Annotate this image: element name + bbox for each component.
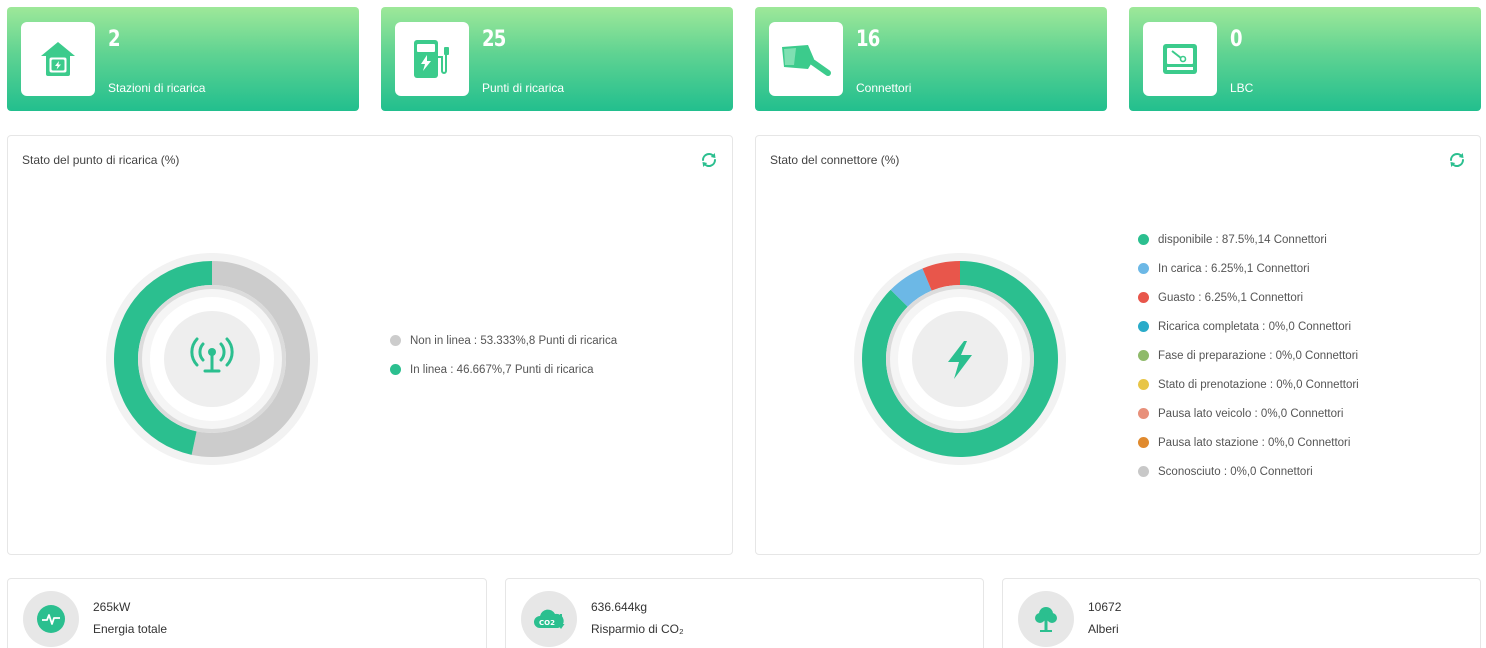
legend-item[interactable]: Guasto : 6.25%,1 Connettori: [1138, 283, 1359, 312]
stat-label: Connettori: [856, 81, 912, 95]
stat-value: 0: [1230, 27, 1243, 52]
connector-legend: disponibile : 87.5%,14 Connettori In cari…: [1138, 225, 1359, 486]
stat-card-connectors[interactable]: 16 Connettori: [755, 7, 1107, 111]
legend-dot: [1138, 321, 1149, 332]
legend-text: Pausa lato veicolo : 0%,0 Connettori: [1158, 407, 1344, 420]
refresh-icon[interactable]: [699, 150, 719, 170]
legend-dot: [1138, 379, 1149, 390]
stat-card-lbc[interactable]: 0 LBC: [1129, 7, 1481, 111]
refresh-icon[interactable]: [1447, 150, 1467, 170]
legend-dot: [1138, 437, 1149, 448]
charging-pump-icon: [395, 22, 469, 96]
pulse-icon: [23, 591, 79, 647]
legend-text: Fase di preparazione : 0%,0 Connettori: [1158, 349, 1359, 362]
lbc-meter-icon: [1143, 22, 1217, 96]
bottom-label: Alberi: [1088, 622, 1119, 636]
stat-card-stations[interactable]: 2 Stazioni di ricarica: [7, 7, 359, 111]
legend-text: Non in linea : 53.333%,8 Punti di ricari…: [410, 334, 618, 347]
legend-dot: [390, 364, 401, 375]
bottom-value: 636.644kg: [591, 600, 648, 614]
bottom-value: 265kW: [93, 600, 131, 614]
tree-icon: [1018, 591, 1074, 647]
legend-text: Guasto : 6.25%,1 Connettori: [1158, 291, 1304, 304]
legend-dot: [390, 335, 401, 346]
legend-text: Ricarica completata : 0%,0 Connettori: [1158, 320, 1352, 333]
legend-dot: [1138, 263, 1149, 274]
legend-dot: [1138, 234, 1149, 245]
charging-point-legend: Non in linea : 53.333%,8 Punti di ricari…: [390, 326, 617, 384]
legend-item[interactable]: Non in linea : 53.333%,8 Punti di ricari…: [390, 326, 617, 355]
legend-item[interactable]: Stato di prenotazione : 0%,0 Connettori: [1138, 370, 1359, 399]
panel-title: Stato del punto di ricarica (%): [22, 153, 180, 167]
legend-text: disponibile : 87.5%,14 Connettori: [1158, 233, 1327, 246]
legend-text: In linea : 46.667%,7 Punti di ricarica: [410, 363, 594, 376]
svg-text:CO2: CO2: [539, 619, 555, 627]
legend-dot: [1138, 292, 1149, 303]
charging-point-donut-chart: [106, 253, 318, 465]
legend-item[interactable]: Fase di preparazione : 0%,0 Connettori: [1138, 341, 1359, 370]
stat-label: LBC: [1230, 81, 1254, 95]
legend-dot: [1138, 408, 1149, 419]
stat-label: Stazioni di ricarica: [108, 81, 206, 95]
legend-item[interactable]: In linea : 46.667%,7 Punti di ricarica: [390, 355, 617, 384]
co2-cloud-icon: CO2: [521, 591, 577, 647]
legend-item[interactable]: Sconosciuto : 0%,0 Connettori: [1138, 457, 1359, 486]
stat-value: 2: [108, 27, 121, 52]
bottom-label: Risparmio di CO₂: [591, 622, 684, 636]
trees-card: 10672 Alberi: [1002, 578, 1481, 648]
legend-item[interactable]: Pausa lato stazione : 0%,0 Connettori: [1138, 428, 1359, 457]
legend-item[interactable]: Pausa lato veicolo : 0%,0 Connettori: [1138, 399, 1359, 428]
legend-item[interactable]: Ricarica completata : 0%,0 Connettori: [1138, 312, 1359, 341]
stat-card-charging-points[interactable]: 25 Punti di ricarica: [381, 7, 733, 111]
panel-title: Stato del connettore (%): [770, 153, 900, 167]
bottom-label: Energia totale: [93, 622, 168, 636]
legend-text: In carica : 6.25%,1 Connettori: [1158, 262, 1310, 275]
charging-point-status-panel: Stato del punto di ricarica (%) Non in l…: [7, 135, 733, 555]
legend-text: Sconosciuto : 0%,0 Connettori: [1158, 465, 1313, 478]
co2-saving-card: CO2 636.644kg Risparmio di CO₂: [505, 578, 984, 648]
legend-text: Stato di prenotazione : 0%,0 Connettori: [1158, 378, 1359, 391]
legend-item[interactable]: disponibile : 87.5%,14 Connettori: [1138, 225, 1359, 254]
stat-label: Punti di ricarica: [482, 81, 565, 95]
connector-status-panel: Stato del connettore (%) disponibile : 8…: [755, 135, 1481, 555]
stat-value: 25: [482, 27, 506, 52]
connector-donut-chart: [854, 253, 1066, 465]
legend-dot: [1138, 350, 1149, 361]
legend-dot: [1138, 466, 1149, 477]
connector-plug-icon: [769, 22, 843, 96]
legend-text: Pausa lato stazione : 0%,0 Connettori: [1158, 436, 1351, 449]
total-energy-card: 265kW Energia totale: [7, 578, 487, 648]
house-charge-icon: [21, 22, 95, 96]
bottom-value: 10672: [1088, 600, 1122, 614]
stat-value: 16: [856, 27, 880, 52]
legend-item[interactable]: In carica : 6.25%,1 Connettori: [1138, 254, 1359, 283]
